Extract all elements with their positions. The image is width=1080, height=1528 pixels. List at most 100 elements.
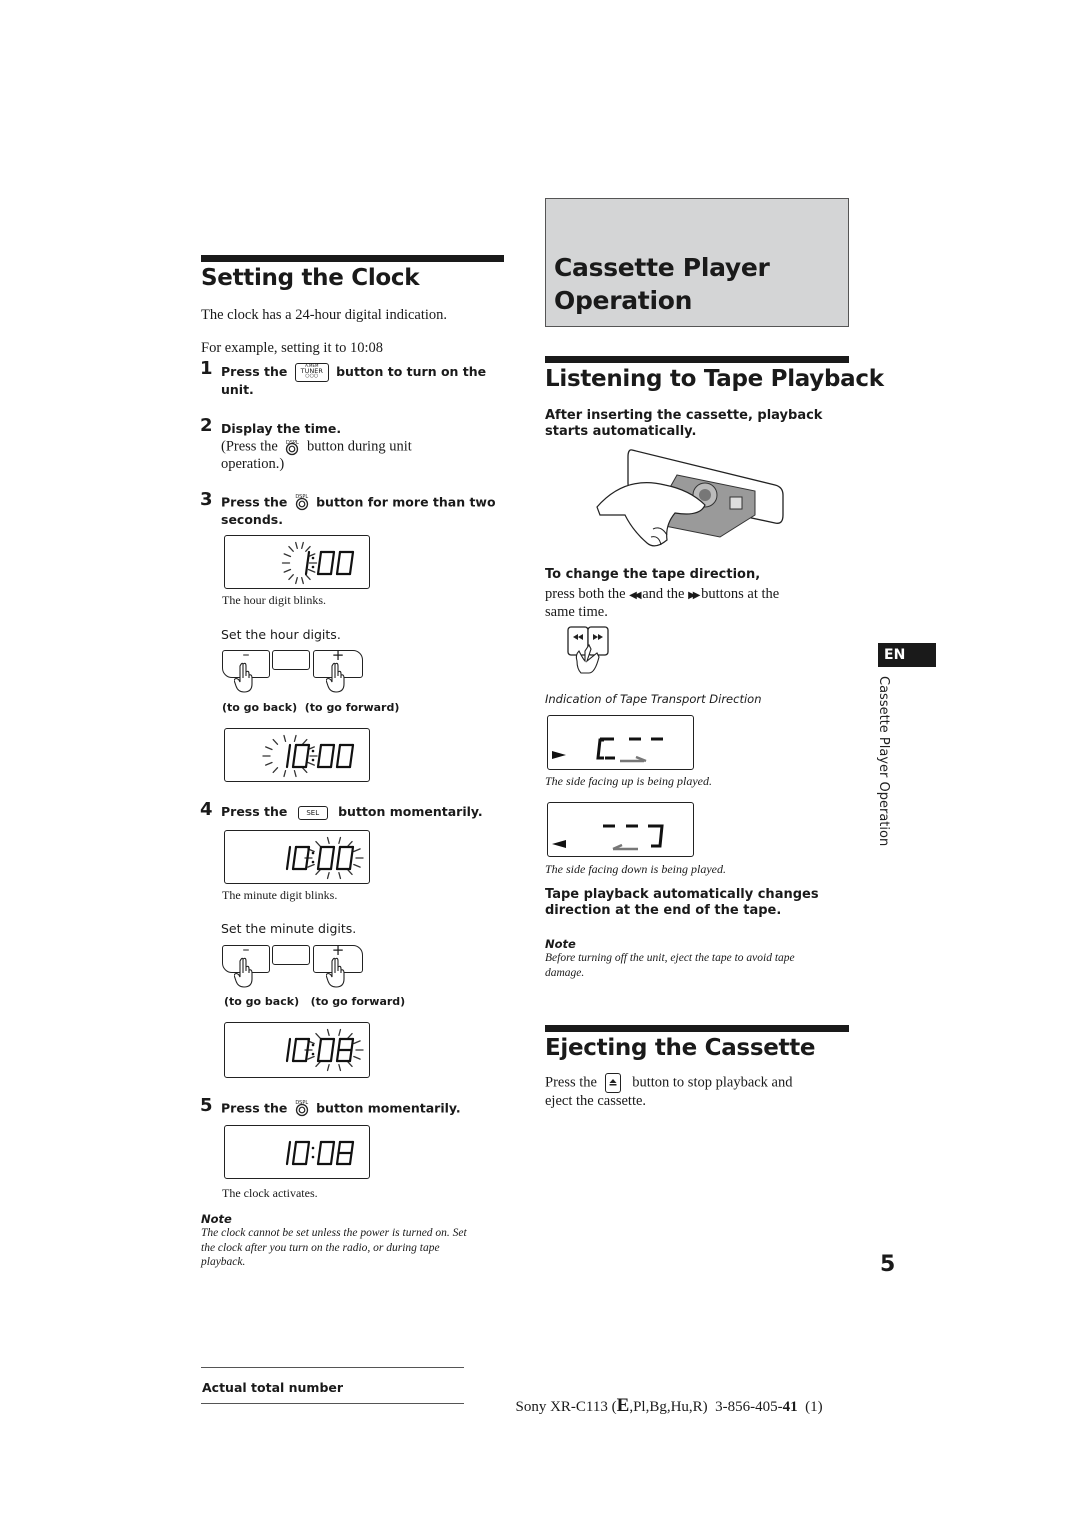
lcd-segment (287, 845, 292, 860)
lcd-colon (311, 851, 315, 855)
change-direction-heading: To change the tape direction, (545, 567, 761, 582)
lcd-segment (337, 550, 342, 565)
lcd-segment (285, 1048, 290, 1063)
lcd-segment (285, 754, 290, 769)
blink-ray (283, 769, 287, 778)
running-head: Cassette Player Operation (876, 676, 891, 847)
lcd-segment (306, 1140, 311, 1155)
blink-ray (301, 767, 308, 774)
footer-rule (201, 1403, 464, 1405)
lcd-tape-direction-reverse (547, 802, 694, 857)
dspl-button-icon: DSPL (292, 1100, 312, 1118)
blank-button (272, 650, 310, 670)
lcd-segment (329, 856, 334, 871)
step-text: Press the (221, 1100, 288, 1116)
lcd-segment (293, 1140, 298, 1155)
page-number: 5 (880, 1252, 896, 1277)
lcd-segment (335, 856, 340, 871)
lcd-segment (329, 561, 334, 576)
model-text: ,Pl,Bg,Hu,R) 3-856-405- (629, 1399, 783, 1415)
lcd-segment (291, 1048, 296, 1063)
lcd-segment (350, 845, 355, 860)
lcd-segment (337, 743, 342, 758)
note-line: Before turning off the unit, eject the t… (545, 952, 795, 964)
blink-ray (315, 1061, 321, 1068)
dspl-button-icon: DSPL (292, 494, 312, 512)
lcd-segment (348, 754, 353, 769)
lcd-segment (318, 743, 323, 758)
section-rule (201, 255, 504, 262)
dspl-button-icon: DSPL (281, 438, 303, 456)
tuner-button: A.MEM TUNER ○○○ (294, 363, 329, 382)
step-number: 4 (200, 799, 213, 820)
blink-ray (338, 871, 342, 880)
hand-pointer-icon (326, 662, 345, 693)
blink-ray (265, 746, 273, 751)
lcd-segment (335, 561, 340, 576)
blink-ray (315, 869, 321, 876)
lcd-segment (331, 550, 336, 565)
lcd-segment (331, 845, 336, 860)
lcd-segment (335, 754, 340, 769)
lcd-segment (306, 743, 311, 758)
step-text: unit. (221, 382, 254, 397)
lcd-segment (287, 743, 292, 758)
body-text: same time. (545, 604, 608, 620)
chapter-title-box: Cassette Player Operation (545, 198, 849, 327)
lead-line: starts automatically. (545, 424, 697, 439)
lcd-segment (316, 561, 321, 576)
lcd-colon (311, 565, 315, 569)
step-4-text: Press the SEL button momentarily. (221, 804, 511, 820)
step-text: Press the (221, 364, 288, 379)
lcd-display-hour-blink (224, 535, 370, 589)
indication-heading: Indication of Tape Transport Direction (545, 692, 762, 706)
lcd-segment (316, 856, 321, 871)
hand-pointer-icon (234, 662, 253, 693)
blink-ray (307, 1055, 315, 1060)
blink-ray (315, 840, 321, 847)
lcd-segment (285, 856, 290, 871)
blink-ray (338, 836, 342, 845)
blink-ray (338, 1028, 342, 1037)
back-label: (to go back) (222, 701, 298, 714)
lcd-digits (285, 836, 364, 880)
lcd-segment (287, 1140, 292, 1155)
blink-ray (283, 734, 287, 743)
footer-label: Actual total number (202, 1380, 344, 1395)
footer-rule (201, 1367, 464, 1369)
eject-text: Press the button to stop playback and ej… (545, 1073, 855, 1109)
blink-ray (353, 863, 361, 868)
lcd-display-10-hour-blink (224, 728, 370, 782)
blink-ray (347, 840, 353, 847)
lcd-segment (293, 845, 298, 860)
lcd-colon (311, 749, 315, 753)
body-text: button to stop playback and (632, 1074, 793, 1091)
lcd-segment (306, 845, 311, 860)
lcd-segment (331, 1140, 336, 1155)
lcd-segment (350, 1140, 355, 1155)
set-hour-label: Set the hour digits. (221, 627, 341, 642)
note-line: damage. (545, 966, 585, 979)
lcd-segment (318, 1140, 323, 1155)
note-line: playback. (201, 1256, 246, 1268)
lcd-segment (293, 743, 298, 758)
lcd-segment (335, 1048, 340, 1063)
lcd-segment (331, 1037, 336, 1052)
chapter-title: Cassette Player Operation (554, 251, 770, 317)
step-number: 5 (200, 1095, 213, 1116)
lcd-segment (316, 1048, 321, 1063)
blink-ray (301, 738, 308, 745)
step-text: button momentarily. (316, 1100, 461, 1116)
section-title-listening: Listening to Tape Playback (545, 366, 884, 392)
lcd-segment (329, 1151, 334, 1166)
section-rule (545, 356, 849, 363)
lcd-segment (304, 1048, 309, 1063)
step-text: button during unit (307, 438, 412, 455)
lcd-segment (348, 1048, 353, 1063)
note-heading: Note (201, 1212, 232, 1226)
step-3-text: Press the DSPL button for more than two … (221, 494, 511, 528)
back-forward-labels: (to go back) (to go forward) (222, 700, 399, 716)
lcd-digits (262, 734, 355, 778)
set-minute-label: Set the minute digits. (221, 921, 357, 936)
blink-ray (307, 761, 315, 766)
